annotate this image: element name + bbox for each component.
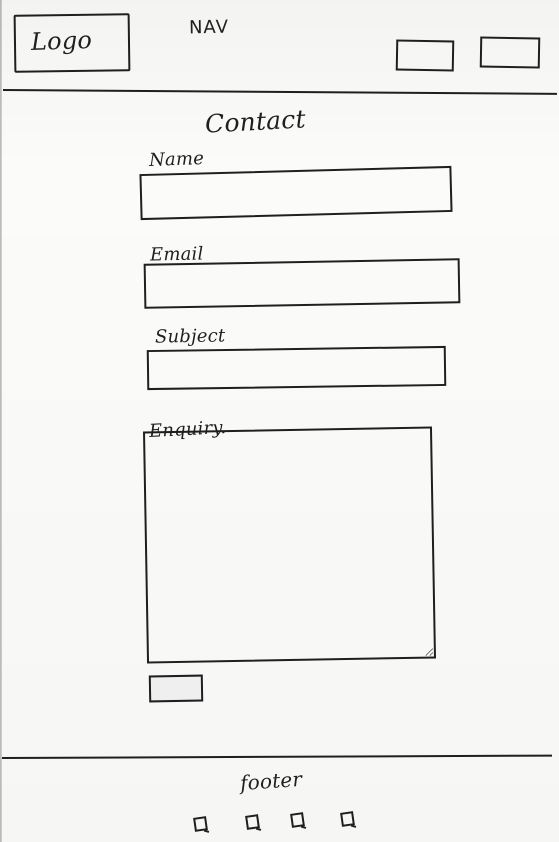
name-label: Name <box>148 148 205 171</box>
enquiry-textarea[interactable] <box>142 426 437 664</box>
subject-input[interactable] <box>146 345 447 391</box>
footer-label: footer <box>239 766 303 796</box>
social-icon-4[interactable] <box>340 811 355 827</box>
social-icon-3[interactable] <box>290 812 305 828</box>
social-icon-2[interactable] <box>245 814 260 830</box>
nav-label: NAV <box>188 16 230 39</box>
nav-button-2[interactable] <box>479 36 541 69</box>
social-icon-1[interactable] <box>193 816 208 832</box>
nav-button-1[interactable] <box>395 39 455 72</box>
page-edge-shadow <box>0 0 2 842</box>
name-input[interactable] <box>139 165 453 221</box>
logo-label: Logo <box>30 25 93 57</box>
submit-button[interactable] <box>148 674 204 703</box>
email-input[interactable] <box>143 258 461 309</box>
subject-label: Subject <box>154 325 226 348</box>
page-title: Contact <box>204 104 307 139</box>
